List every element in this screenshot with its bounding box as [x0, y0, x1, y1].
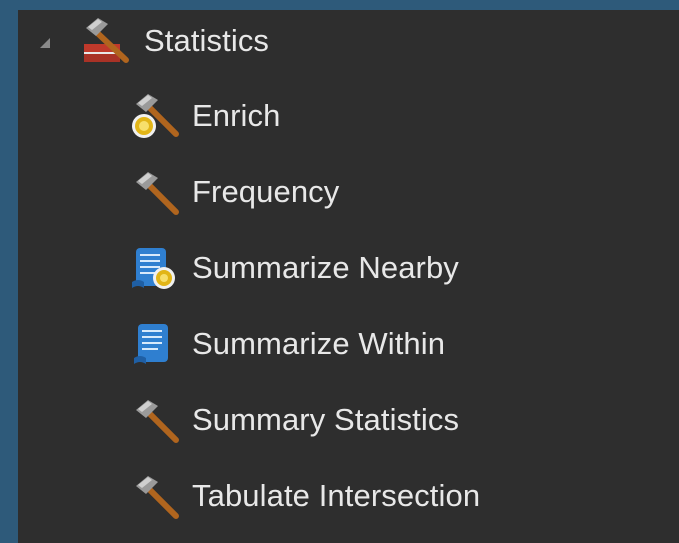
tool-item-frequency[interactable]: Frequency — [18, 157, 679, 227]
hammer-icon — [128, 394, 180, 446]
tool-label: Frequency — [192, 174, 340, 209]
toolset-label: Statistics — [144, 23, 270, 58]
script-icon — [128, 318, 180, 370]
tool-item-summarize-within[interactable]: Summarize Within — [18, 309, 679, 379]
expand-toggle-icon[interactable] — [38, 36, 52, 50]
tool-label: Tabulate Intersection — [192, 478, 481, 513]
tool-label: Enrich — [192, 98, 281, 133]
tool-item-summary-statistics[interactable]: Summary Statistics — [18, 385, 679, 455]
tool-item-summarize-nearby[interactable]: Summarize Nearby — [18, 233, 679, 303]
tool-label: Summary Statistics — [192, 402, 460, 437]
tool-label: Summarize Nearby — [192, 250, 459, 285]
toolset-statistics[interactable]: Statistics — [18, 6, 679, 76]
tool-item-tabulate-intersection[interactable]: Tabulate Intersection — [18, 461, 679, 531]
tool-item-enrich[interactable]: Enrich — [18, 81, 679, 151]
script-globe-icon — [128, 242, 180, 294]
hammer-icon — [128, 470, 180, 522]
hammer-globe-icon — [128, 90, 180, 142]
toolbox-icon — [80, 14, 132, 66]
hammer-icon — [128, 166, 180, 218]
geoprocessing-toolbox-tree: Statistics Enrich Frequency Summarize Ne… — [18, 10, 679, 543]
tool-label: Summarize Within — [192, 326, 446, 361]
